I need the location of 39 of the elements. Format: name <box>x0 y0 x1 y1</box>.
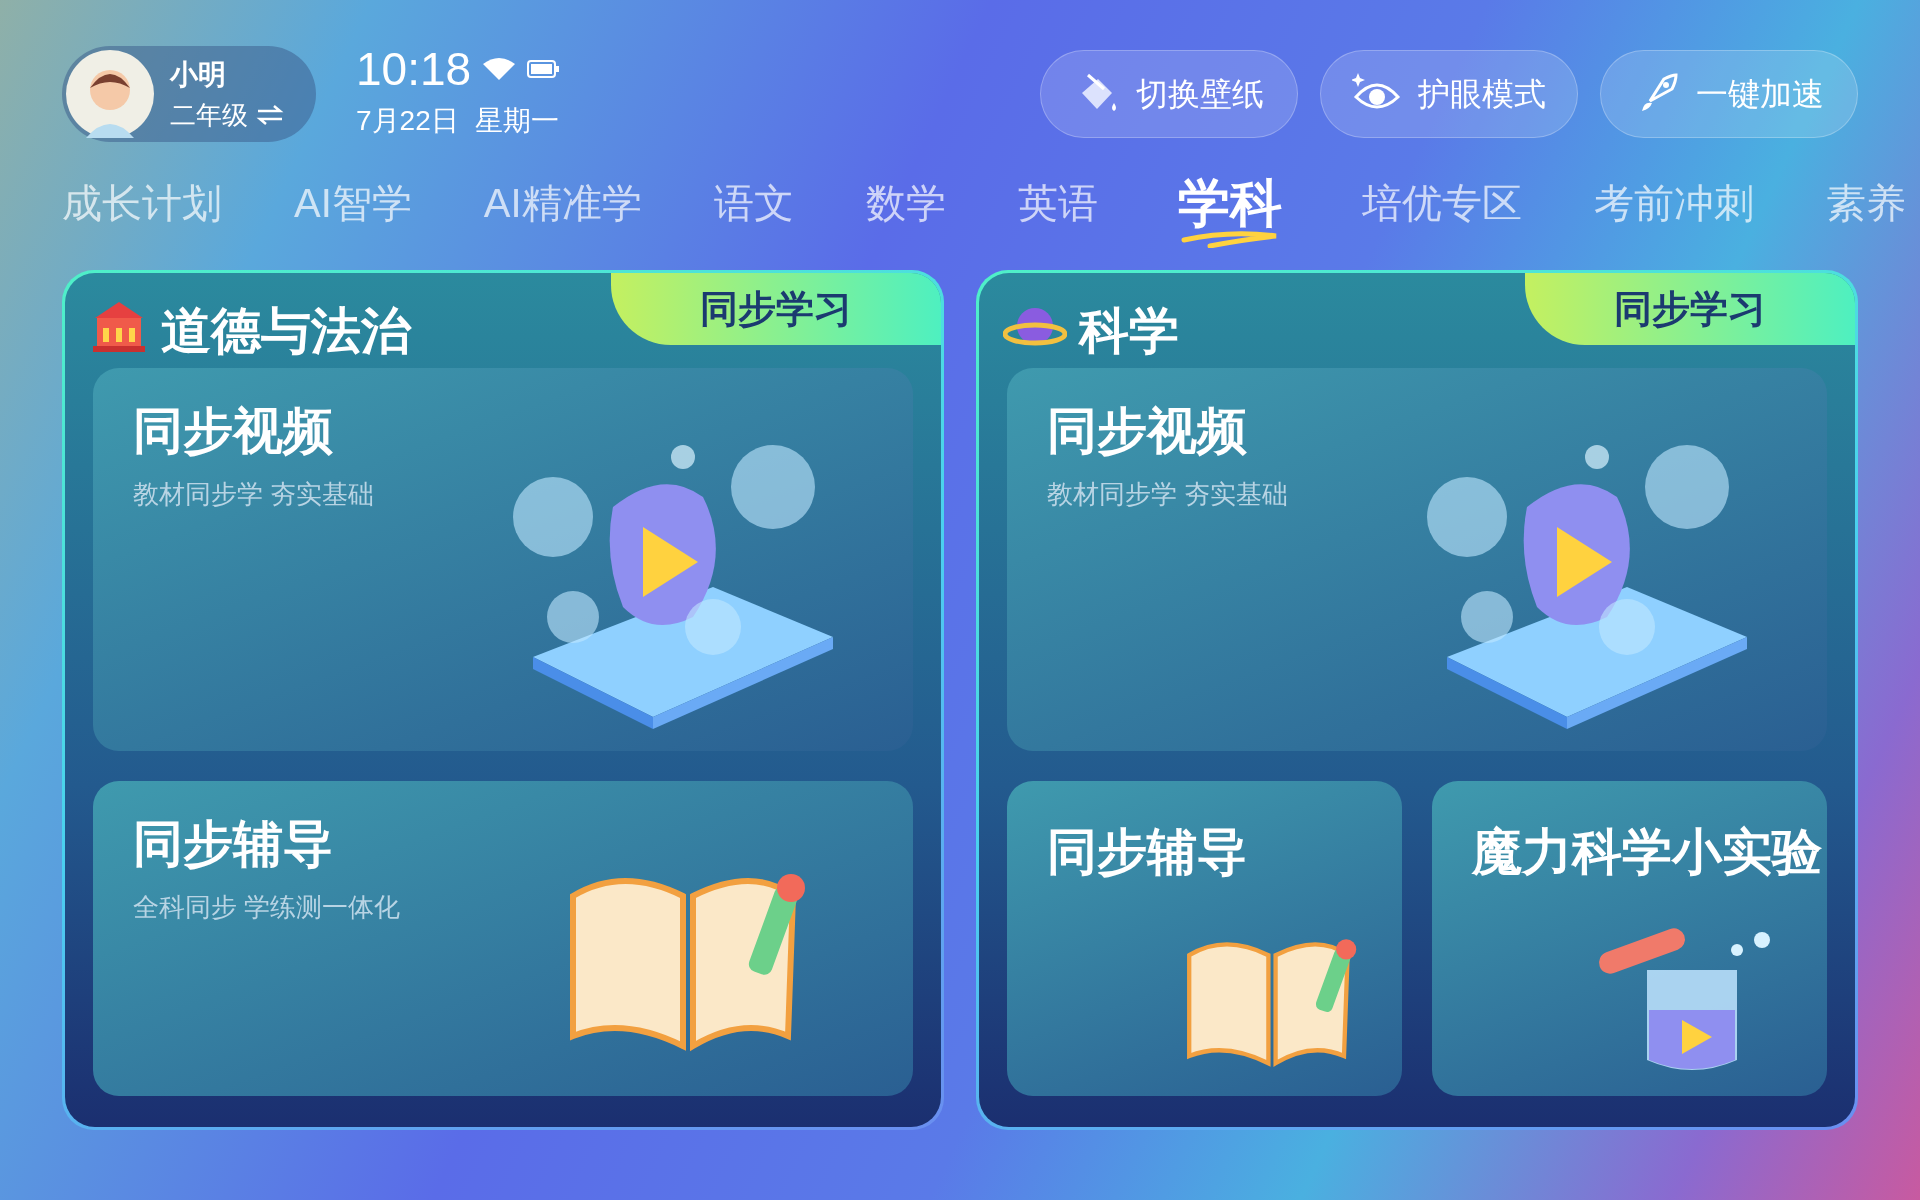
grade-label: 二年级 <box>170 98 248 132</box>
sync-learning-tab[interactable]: 同步学习 <box>1525 273 1855 345</box>
card-subtitle: 全科同步 学练测一体化 <box>133 890 402 924</box>
feature-card[interactable]: 同步辅导 全科同步 学练测一体化 <box>93 781 913 1096</box>
sync-learning-tab[interactable]: 同步学习 <box>611 273 941 345</box>
weekday-label: 星期一 <box>474 104 559 138</box>
feature-card[interactable]: 魔力科学小实验 <box>1432 781 1827 1096</box>
profile-chip[interactable]: 小明 二年级 <box>62 46 316 142</box>
subject-tab[interactable]: 素养 <box>1825 173 1906 233</box>
subject-tab[interactable]: 英语 <box>1017 173 1098 233</box>
card-subtitle: 教材同步学 夯实基础 <box>133 477 376 511</box>
battery-icon <box>527 60 560 78</box>
card-title: 同步视频 <box>1047 402 1248 461</box>
action-button[interactable]: 一键加速 <box>1600 50 1858 138</box>
subject-tab[interactable]: 培优专区 <box>1361 173 1522 233</box>
wifi-icon <box>483 58 516 80</box>
card-title: 同步视频 <box>133 402 334 461</box>
subject-tab[interactable]: AI智学 <box>294 173 412 233</box>
card-title: 同步辅导 <box>1047 823 1248 882</box>
user-name: 小明 <box>170 57 227 92</box>
subject-tab[interactable]: 数学 <box>865 173 946 233</box>
switch-icon[interactable] <box>256 104 284 126</box>
subject-tab[interactable]: AI精准学 <box>483 173 642 233</box>
card-title: 同步辅导 <box>133 815 334 874</box>
subject-tab[interactable]: 学科 <box>1169 158 1290 248</box>
date-label: 7月22日 <box>356 104 459 138</box>
subject-tab[interactable]: 考前冲刺 <box>1593 173 1754 233</box>
feature-card[interactable]: 同步视频 教材同步学 夯实基础 <box>93 368 913 751</box>
subject-title: 道德与法治 <box>161 306 411 356</box>
card-subtitle: 教材同步学 夯实基础 <box>1047 477 1290 511</box>
clock-time: 10:18 <box>356 46 472 92</box>
subject-title: 科学 <box>1079 306 1179 356</box>
subject-tab[interactable]: 成长计划 <box>62 173 222 233</box>
feature-card[interactable]: 同步辅导 <box>1007 781 1402 1096</box>
card-title: 魔力科学小实验 <box>1472 823 1823 882</box>
feature-card[interactable]: 同步视频 教材同步学 夯实基础 <box>1007 368 1827 751</box>
action-button[interactable]: 切换壁纸 <box>1040 50 1298 138</box>
subject-tab[interactable]: 语文 <box>713 173 794 233</box>
action-button[interactable]: 护眼模式 <box>1320 50 1578 138</box>
